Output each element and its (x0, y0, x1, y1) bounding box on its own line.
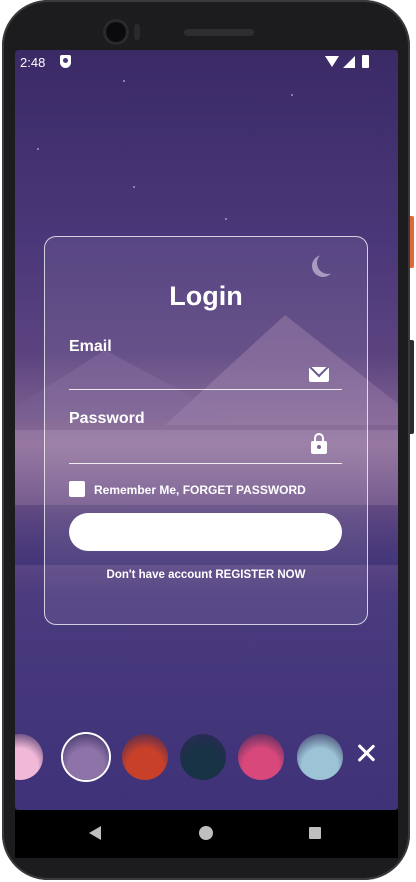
theme-option[interactable] (180, 734, 226, 780)
password-underline (69, 463, 342, 464)
home-icon[interactable] (199, 826, 213, 840)
theme-option[interactable] (238, 734, 284, 780)
star (133, 186, 135, 188)
star (37, 148, 39, 150)
app-screen: 2:48 Login Email Password Remember Me, F… (15, 50, 398, 810)
phone-frame: 2:48 Login Email Password Remember Me, F… (2, 0, 410, 880)
login-card: Login Email Password Remember Me, FORGET… (44, 236, 368, 625)
wifi-icon (325, 56, 339, 67)
password-label: Password (69, 410, 145, 427)
signal-icon (343, 56, 355, 68)
close-icon[interactable] (355, 742, 377, 764)
lock-icon (311, 433, 327, 455)
status-time: 2:48 (20, 55, 46, 70)
lock-body (311, 441, 327, 454)
star (291, 94, 293, 96)
theme-picker (15, 730, 398, 786)
back-icon[interactable] (89, 826, 101, 840)
email-field[interactable] (69, 361, 313, 387)
page-title: Login (169, 281, 243, 311)
login-button[interactable] (69, 513, 342, 551)
password-field[interactable] (69, 433, 313, 459)
star (123, 80, 125, 82)
volume-button (410, 340, 414, 434)
sensor (134, 24, 140, 40)
front-camera (106, 22, 126, 42)
register-link[interactable]: Don't have account REGISTER NOW (45, 569, 367, 581)
email-underline (69, 389, 342, 390)
mail-icon (309, 367, 329, 382)
recents-icon[interactable] (309, 827, 321, 839)
theme-option[interactable] (122, 734, 168, 780)
navigation-bar (15, 810, 398, 858)
earpiece-speaker (184, 29, 254, 36)
battery-icon (362, 55, 369, 68)
theme-option[interactable] (297, 734, 343, 780)
theme-option[interactable] (15, 734, 43, 780)
email-label: Email (69, 338, 112, 355)
shield-icon (60, 55, 71, 68)
star (225, 218, 227, 220)
remember-me-checkbox[interactable] (69, 481, 85, 497)
power-button (410, 216, 414, 268)
status-bar: 2:48 (15, 50, 398, 76)
theme-option[interactable] (63, 734, 109, 780)
remember-forget-text[interactable]: Remember Me, FORGET PASSWORD (94, 483, 306, 497)
